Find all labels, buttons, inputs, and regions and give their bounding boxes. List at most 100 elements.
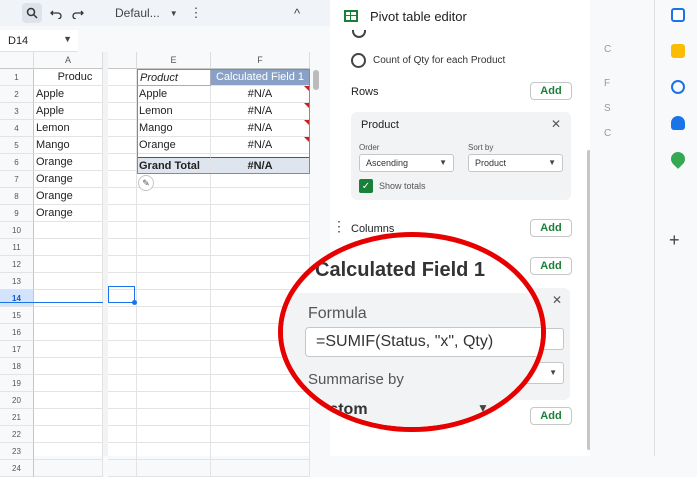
redo-icon[interactable]: [70, 3, 86, 23]
pivot-grand-total-label[interactable]: Grand Total: [137, 157, 211, 174]
grid-cell[interactable]: [137, 426, 211, 443]
column-a-cell[interactable]: [34, 324, 103, 341]
grid-cell[interactable]: [137, 307, 211, 324]
grid-cell[interactable]: [137, 273, 211, 290]
pivot-row-label[interactable]: Lemon: [137, 103, 211, 120]
summarise-by-value[interactable]: Custom: [308, 401, 368, 416]
row-number[interactable]: 11: [0, 239, 34, 256]
row-number[interactable]: 8: [0, 188, 34, 205]
row-number[interactable]: 1: [0, 69, 34, 86]
close-icon[interactable]: ✕: [552, 293, 562, 307]
grid-cell[interactable]: [137, 341, 211, 358]
row-number[interactable]: 16: [0, 324, 34, 341]
column-header-e[interactable]: E: [137, 52, 211, 69]
row-number[interactable]: 23: [0, 443, 34, 460]
grid-cell[interactable]: [108, 341, 137, 358]
row-number[interactable]: 4: [0, 120, 34, 137]
column-a-cell[interactable]: [34, 443, 103, 460]
keep-icon[interactable]: [671, 44, 685, 58]
row-number[interactable]: 15: [0, 307, 34, 324]
row-number[interactable]: 10: [0, 222, 34, 239]
row-number[interactable]: 2: [0, 86, 34, 103]
grid-cell[interactable]: [211, 222, 310, 239]
row-number[interactable]: 21: [0, 409, 34, 426]
undo-icon[interactable]: [48, 3, 64, 23]
column-a-cell[interactable]: Apple: [34, 86, 103, 103]
grid-cell[interactable]: [137, 256, 211, 273]
name-box[interactable]: D14 ▼: [0, 30, 78, 52]
row-number[interactable]: 19: [0, 375, 34, 392]
row-number[interactable]: 6: [0, 154, 34, 171]
values-add-button[interactable]: Add: [530, 257, 572, 275]
column-a-cell[interactable]: Orange: [34, 205, 103, 222]
sort-by-select[interactable]: Product ▼: [468, 154, 563, 172]
column-a-cell[interactable]: Apple: [34, 103, 103, 120]
show-totals-checkbox[interactable]: ✓: [359, 179, 373, 193]
calendar-icon[interactable]: [671, 8, 685, 22]
grid-cell[interactable]: [137, 460, 211, 477]
formula-input[interactable]: =SUMIF(Status, "x", Qty): [305, 327, 541, 357]
row-number[interactable]: 20: [0, 392, 34, 409]
pivot-row-label[interactable]: Orange: [137, 137, 211, 154]
row-number[interactable]: 5: [0, 137, 34, 154]
pivot-grand-total-value[interactable]: #N/A: [211, 157, 310, 174]
row-number[interactable]: 7: [0, 171, 34, 188]
grid-cell[interactable]: [137, 409, 211, 426]
grid-cell[interactable]: [108, 103, 137, 120]
pivot-header-calc[interactable]: Calculated Field 1: [211, 69, 310, 86]
grid-cell[interactable]: [211, 443, 310, 460]
grid-cell[interactable]: [108, 69, 137, 86]
drag-handle-icon[interactable]: ⋮: [332, 218, 346, 235]
column-a-cell[interactable]: [34, 307, 103, 324]
grid-cell[interactable]: [108, 154, 137, 171]
grid-cell[interactable]: [108, 86, 137, 103]
grid-cell[interactable]: [108, 307, 137, 324]
column-a-cell[interactable]: [34, 375, 103, 392]
grid-scrollbar[interactable]: [313, 70, 319, 90]
pivot-header-product[interactable]: Product: [137, 69, 211, 86]
collapse-icon[interactable]: ^: [290, 3, 304, 23]
more-icon[interactable]: ⋮: [190, 3, 203, 23]
grid-cell[interactable]: [108, 222, 137, 239]
column-a-cell[interactable]: [34, 341, 103, 358]
maps-icon[interactable]: [668, 149, 688, 169]
pivot-row-label[interactable]: Mango: [137, 120, 211, 137]
grid-cell[interactable]: [108, 188, 137, 205]
pivot-row-value[interactable]: #N/A: [211, 103, 310, 120]
grid-cell[interactable]: [137, 324, 211, 341]
grid-cell[interactable]: [108, 171, 137, 188]
column-a-cell[interactable]: Produc: [34, 69, 103, 86]
column-a-cell[interactable]: Orange: [34, 188, 103, 205]
column-a-cell[interactable]: Mango: [34, 137, 103, 154]
column-header-d[interactable]: [108, 52, 137, 69]
row-number[interactable]: 17: [0, 341, 34, 358]
column-a-cell[interactable]: [34, 222, 103, 239]
column-a-cell[interactable]: [34, 409, 103, 426]
grid-cell[interactable]: [137, 222, 211, 239]
grid-cell[interactable]: [211, 460, 310, 477]
grid-cell[interactable]: [108, 392, 137, 409]
grid-cell[interactable]: [108, 443, 137, 460]
grid-cell[interactable]: [211, 205, 310, 222]
column-header-a[interactable]: A: [34, 52, 103, 69]
grid-cell[interactable]: [211, 426, 310, 443]
grid-cell[interactable]: [137, 205, 211, 222]
column-a-cell[interactable]: [34, 392, 103, 409]
columns-add-button[interactable]: Add: [530, 219, 572, 237]
edit-pivot-icon[interactable]: ✎: [138, 175, 154, 191]
grid-cell[interactable]: [108, 324, 137, 341]
order-select[interactable]: Ascending ▼: [359, 154, 454, 172]
count-radio[interactable]: [351, 53, 366, 68]
column-a-cell[interactable]: [34, 239, 103, 256]
pivot-row-value[interactable]: #N/A: [211, 137, 310, 154]
grid-cell[interactable]: [108, 409, 137, 426]
column-a-cell[interactable]: Lemon: [34, 120, 103, 137]
selected-cell[interactable]: [108, 286, 135, 303]
pivot-row-value[interactable]: #N/A: [211, 86, 310, 103]
grid-cell[interactable]: [211, 188, 310, 205]
grid-cell[interactable]: [137, 239, 211, 256]
column-header-f[interactable]: F: [211, 52, 310, 69]
column-a-cell[interactable]: [34, 256, 103, 273]
grid-cell[interactable]: [137, 358, 211, 375]
grid-cell[interactable]: [137, 392, 211, 409]
